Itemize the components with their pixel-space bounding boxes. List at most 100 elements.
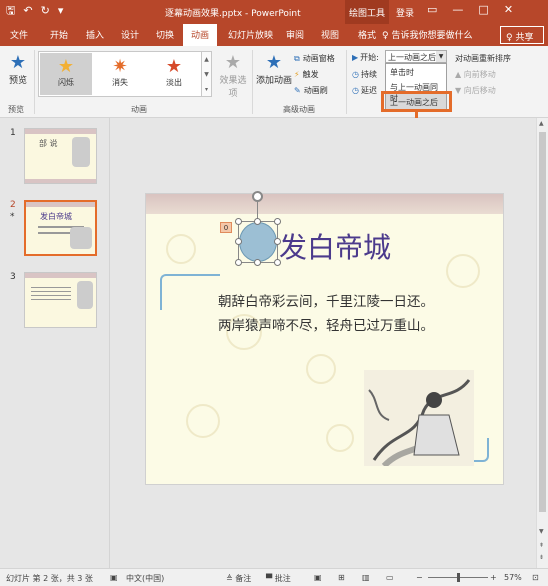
save-icon[interactable]: 🖫	[6, 4, 15, 18]
poem-line-2[interactable]: 两岸猿声啼不尽，轻舟已过万重山。	[218, 314, 434, 334]
animation-painter-button[interactable]: ✎ 动画刷	[294, 85, 328, 96]
group-label-preview: 预览	[8, 105, 24, 114]
language[interactable]: 中文(中国)	[126, 573, 164, 584]
tab-insert[interactable]: 插入	[86, 28, 104, 41]
tab-design[interactable]: 设计	[121, 28, 139, 41]
zoom-out-button[interactable]: −	[416, 573, 423, 582]
tell-me-search[interactable]: ♀ 告诉我你想要做什么	[382, 28, 472, 41]
move-later-button[interactable]: ▼ 向后移动	[455, 85, 496, 96]
start-select[interactable]: 上一动画之后 ▼	[385, 50, 447, 63]
scroll-thumb[interactable]	[539, 132, 546, 512]
fit-slide-icon[interactable]: ⊡	[532, 573, 539, 582]
resize-handle[interactable]	[235, 259, 242, 266]
animation-order-tag[interactable]: 0	[220, 222, 232, 233]
swirl-decoration	[306, 354, 336, 384]
scroll-up-icon[interactable]: ▲	[539, 120, 544, 127]
slide-sorter-icon[interactable]: ⊞	[338, 573, 345, 582]
swirl-decoration	[166, 234, 196, 264]
animations-ribbon: ★ 预览 预览 ★ 闪烁 ✷ 消失 ★ 淡出 ▲ ▼ ▾ ★ 效果选项 动画 ★ 添…	[0, 46, 548, 118]
clock-icon: ◷	[352, 70, 359, 79]
pane-icon: ⧉	[294, 54, 300, 63]
slide-title[interactable]: 发白帝城	[279, 226, 391, 266]
chevron-down-icon[interactable]: ▼	[436, 51, 446, 62]
title-bar: 🖫 ↶ ↻ ▾ 逐幕动画效果.pptx - PowerPoint 绘图工具 登录…	[0, 0, 548, 24]
slideshow-icon[interactable]: ▭	[386, 573, 394, 582]
status-bar: 幻灯片 第 2 张，共 3 张 ▣ 中文(中国) ≜ 备注 ▀ 批注 ▣ ⊞ ▥…	[0, 568, 548, 586]
reading-view-icon[interactable]: ▥	[362, 573, 370, 582]
tab-view[interactable]: 视图	[321, 28, 339, 41]
tab-file[interactable]: 文件	[10, 28, 28, 41]
thumb-text-line	[31, 287, 71, 288]
gallery-item-fadeout[interactable]: ★ 淡出	[148, 53, 200, 95]
swirl-decoration	[326, 424, 354, 452]
trigger-label: 触发	[302, 70, 319, 79]
tab-animations[interactable]: 动画	[183, 24, 218, 46]
zoom-level[interactable]: 57%	[504, 573, 522, 582]
minimize-icon[interactable]: —	[452, 3, 463, 16]
redo-icon[interactable]: ↻	[41, 4, 50, 18]
gallery-scroll[interactable]: ▲ ▼ ▾	[202, 51, 212, 97]
animation-pane-button[interactable]: ⧉ 动画窗格	[294, 53, 335, 64]
current-slide[interactable]: 发白帝城 朝辞白帝彩云间，千里江陵一日还。 两岸猿声啼不尽，轻舟已过万重山。	[145, 193, 504, 485]
resize-handle[interactable]	[274, 238, 281, 245]
notes-button[interactable]: ≜ 备注	[226, 573, 251, 584]
tab-slideshow[interactable]: 幻灯片放映	[228, 28, 273, 41]
effect-options-button[interactable]: ★ 效果选项	[216, 52, 250, 99]
preview-label: 预览	[8, 76, 27, 86]
resize-handle[interactable]	[235, 238, 242, 245]
login-link[interactable]: 登录	[396, 6, 414, 19]
slide-top-band	[146, 194, 503, 214]
add-animation-button[interactable]: ★ 添加动画	[256, 52, 292, 86]
spelling-icon[interactable]: ▣	[110, 573, 118, 582]
tab-review[interactable]: 审阅	[286, 28, 304, 41]
move-earlier-button[interactable]: ▲ 向前移动	[455, 69, 496, 80]
comments-button[interactable]: ▀ 批注	[266, 573, 291, 584]
resize-handle[interactable]	[274, 259, 281, 266]
poem-line-1[interactable]: 朝辞白帝彩云间，千里江陵一日还。	[218, 290, 434, 310]
tab-home[interactable]: 开始	[50, 28, 68, 41]
tab-format[interactable]: 格式	[358, 28, 376, 41]
preview-button[interactable]: ★ 预览	[4, 52, 32, 86]
slide-thumbnail-3[interactable]	[24, 272, 97, 328]
scroll-down-icon[interactable]: ▼	[539, 528, 544, 535]
resize-handle[interactable]	[254, 218, 261, 225]
gallery-item-disappear[interactable]: ✷ 消失	[94, 53, 146, 95]
dropdown-option-on-click[interactable]: 单击时	[386, 64, 446, 79]
thumb-text-line	[31, 291, 71, 292]
thumbnail-number: 3	[10, 272, 16, 282]
slide-thumbnail-2[interactable]: 发白帝城	[24, 200, 97, 256]
zoom-slider-knob[interactable]	[457, 573, 460, 582]
thumb-text-line	[31, 295, 71, 296]
start-label: ▶ 开始:	[352, 52, 379, 63]
qat-more-icon[interactable]: ▾	[58, 4, 64, 18]
next-slide-icon[interactable]: ⇟	[539, 554, 544, 561]
trigger-button[interactable]: ⚡ 触发	[294, 69, 319, 80]
ribbon-display-icon[interactable]: ▭	[427, 3, 437, 16]
undo-icon[interactable]: ↶	[23, 4, 32, 18]
ink-painting-image[interactable]	[364, 370, 474, 466]
vertical-scrollbar[interactable]: ▲ ▼ ⇞ ⇟	[536, 118, 548, 568]
zoom-in-button[interactable]: +	[490, 573, 497, 582]
thumb-title: 部 说	[39, 139, 58, 148]
maximize-icon[interactable]: □	[478, 3, 488, 16]
resize-handle[interactable]	[235, 218, 242, 225]
gallery-item-flash[interactable]: ★ 闪烁	[40, 53, 92, 95]
normal-view-icon[interactable]: ▣	[314, 573, 322, 582]
slide-thumbnail-1[interactable]: 部 说	[24, 128, 97, 184]
thumb-title: 发白帝城	[40, 212, 72, 221]
group-label-animation: 动画	[131, 105, 147, 114]
tab-transitions[interactable]: 切换	[156, 28, 174, 41]
animation-pane-label: 动画窗格	[302, 54, 335, 63]
swirl-decoration	[186, 404, 220, 438]
divider	[346, 50, 347, 114]
rotate-handle-icon[interactable]	[252, 191, 263, 202]
delay-label: ◷ 延迟	[352, 85, 377, 96]
add-animation-star-icon: ★	[265, 52, 283, 73]
prev-slide-icon[interactable]: ⇞	[539, 542, 544, 549]
selected-circle-shape[interactable]	[239, 222, 277, 262]
resize-handle[interactable]	[254, 259, 261, 266]
resize-handle[interactable]	[274, 218, 281, 225]
share-button[interactable]: ♀ 共享	[500, 26, 544, 44]
thumb-figure-icon	[77, 281, 93, 309]
close-icon[interactable]: ✕	[504, 3, 513, 16]
